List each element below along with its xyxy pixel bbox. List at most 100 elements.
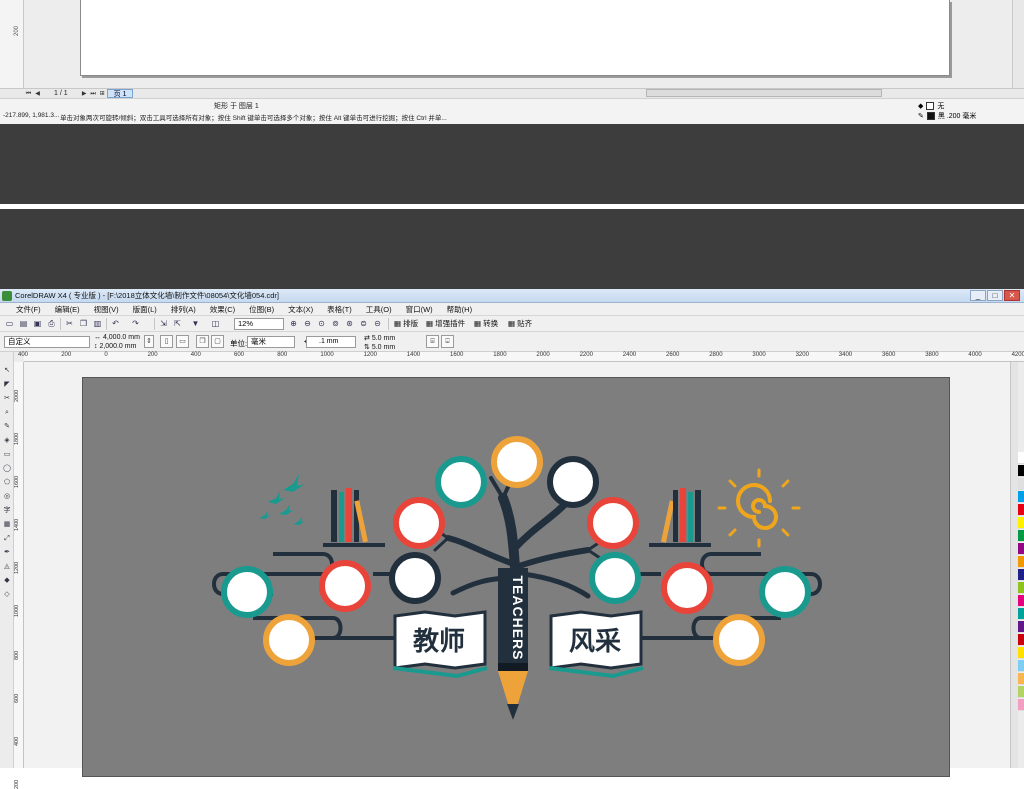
dimension-tool-icon[interactable]: ⤢ [2, 534, 12, 544]
zoom-in-icon[interactable]: ⊕ [288, 319, 299, 329]
menu-text[interactable]: 文本(X) [281, 304, 320, 315]
zoom-page-icon[interactable]: ⊛ [344, 319, 355, 329]
welcome-icon[interactable]: ◫ [210, 319, 221, 329]
duplicate-y-field[interactable]: ⇅ 5.0 mm [364, 343, 395, 351]
print-icon[interactable]: ⎙ [46, 319, 57, 329]
open-icon[interactable]: ▤ [18, 319, 29, 329]
fill-indicator[interactable]: ◆ 无 [918, 101, 944, 111]
fill-tool-icon[interactable]: ◆ [2, 576, 12, 586]
palette-swatch[interactable] [1018, 543, 1024, 555]
palette-swatch[interactable] [1018, 582, 1024, 594]
palette-swatch[interactable] [1018, 608, 1024, 620]
basic-shapes-icon[interactable]: ◎ [2, 492, 12, 502]
palette-swatch[interactable] [1018, 634, 1024, 646]
first-page-button[interactable]: ⏮ [24, 90, 33, 98]
add-page-button[interactable]: ⊞ [98, 90, 107, 98]
crop-tool-icon[interactable]: ✂ [2, 394, 12, 404]
menu-file[interactable]: 文件(F) [0, 304, 48, 315]
freehand-tool-icon[interactable]: ✎ [2, 422, 12, 432]
page-height-field[interactable]: ↕ 2,000.0 mm [94, 343, 136, 350]
horizontal-scrollbar[interactable] [646, 89, 882, 97]
palette-swatch[interactable] [1018, 569, 1024, 581]
pick-tool-icon[interactable]: ↖ [2, 366, 12, 376]
outline-tool-icon[interactable]: ◬ [2, 562, 12, 572]
palette-swatch[interactable] [1018, 556, 1024, 568]
polygon-tool-icon[interactable]: ⬠ [2, 478, 12, 488]
interactive-fill-icon[interactable]: ◇ [2, 590, 12, 600]
spinner-icon[interactable]: ⇕ [144, 335, 154, 348]
palette-swatch[interactable] [1018, 673, 1024, 685]
paste-icon[interactable]: ▥ [92, 319, 103, 329]
outline-indicator[interactable]: ✎ 黑 .200 毫米 [918, 111, 976, 121]
new-icon[interactable]: ▭ [4, 319, 15, 329]
palette-swatch[interactable] [1018, 530, 1024, 542]
menu-edit[interactable]: 编辑(E) [48, 304, 87, 315]
unit-select[interactable]: 毫米 [247, 336, 295, 348]
plugin-snap[interactable]: ▦ 贴齐 [508, 318, 532, 330]
menu-view[interactable]: 视图(V) [87, 304, 126, 315]
palette-swatch[interactable] [1018, 491, 1024, 503]
vertical-scrollbar[interactable] [1012, 0, 1024, 88]
palette-swatch[interactable] [1018, 504, 1024, 516]
last-page-button[interactable]: ⏭ [89, 90, 98, 98]
menu-window[interactable]: 窗口(W) [399, 304, 440, 315]
application-launcher-icon[interactable]: ▼ [190, 319, 201, 329]
all-pages-icon[interactable]: ❐ [196, 335, 209, 348]
minimize-button[interactable]: _ [970, 290, 986, 301]
table-tool-icon[interactable]: ▦ [2, 520, 12, 530]
menu-help[interactable]: 帮助(H) [440, 304, 479, 315]
vertical-scrollbar[interactable] [1010, 362, 1018, 768]
palette-swatch[interactable] [1018, 621, 1024, 633]
palette-swatch[interactable] [1018, 478, 1024, 490]
text-tool-icon[interactable]: 字 [2, 506, 12, 516]
menu-tools[interactable]: 工具(O) [359, 304, 399, 315]
palette-swatch[interactable] [1018, 595, 1024, 607]
palette-swatch[interactable] [1018, 660, 1024, 672]
plugin-enhance[interactable]: ▦ 增强插件 [426, 318, 465, 330]
treat-as-filled-icon[interactable]: ⌹ [441, 335, 454, 348]
ellipse-tool-icon[interactable]: ◯ [2, 464, 12, 474]
zoom-height-icon[interactable]: ⊝ [372, 319, 383, 329]
palette-swatch[interactable] [1018, 517, 1024, 529]
next-page-button[interactable]: ▶ [80, 90, 89, 98]
menu-arrange[interactable]: 排列(A) [164, 304, 203, 315]
shape-tool-icon[interactable]: ◤ [2, 380, 12, 390]
palette-swatch[interactable] [1018, 465, 1024, 477]
palette-swatch[interactable] [1018, 686, 1024, 698]
close-button[interactable]: ✕ [1004, 290, 1020, 301]
menu-table[interactable]: 表格(T) [320, 304, 359, 315]
palette-swatch[interactable] [1018, 647, 1024, 659]
save-icon[interactable]: ▣ [32, 319, 43, 329]
palette-swatch[interactable] [1018, 452, 1024, 464]
import-icon[interactable]: ⇲ [158, 319, 169, 329]
zoom-select[interactable]: 12% [234, 318, 284, 330]
plugin-layout[interactable]: ▦ 排版 [394, 318, 418, 330]
redo-icon[interactable]: ↷ [130, 319, 141, 329]
landscape-icon[interactable]: ▭ [176, 335, 189, 348]
portrait-icon[interactable]: ▯ [160, 335, 173, 348]
paper-preset-select[interactable]: 自定义 [4, 336, 90, 348]
units-icon[interactable]: ⌸ [426, 335, 439, 348]
cut-icon[interactable]: ✂ [64, 319, 75, 329]
menu-bitmaps[interactable]: 位图(B) [242, 304, 281, 315]
duplicate-x-field[interactable]: ⇄ 5.0 mm [364, 334, 395, 342]
page-width-field[interactable]: ↔ 4,000.0 mm [94, 334, 140, 341]
palette-swatch[interactable] [1018, 699, 1024, 711]
menu-layout[interactable]: 版面(L) [126, 304, 164, 315]
maximize-button[interactable]: □ [987, 290, 1003, 301]
nudge-offset-field[interactable]: .1 mm [306, 336, 356, 348]
undo-icon[interactable]: ↶ [110, 319, 121, 329]
drawing-canvas[interactable]: TEACHERS 教师 风采 [24, 362, 1010, 777]
zoom-width-icon[interactable]: ⊜ [358, 319, 369, 329]
export-icon[interactable]: ⇱ [172, 319, 183, 329]
menu-effects[interactable]: 效果(C) [203, 304, 242, 315]
page-tab[interactable]: 页 1 [106, 89, 134, 98]
eyedropper-icon[interactable]: ✒ [2, 548, 12, 558]
copy-icon[interactable]: ❐ [78, 319, 89, 329]
zoom-selected-icon[interactable]: ⊙ [316, 319, 327, 329]
current-page-icon[interactable]: ▢ [211, 335, 224, 348]
prev-page-button[interactable]: ◀ [33, 90, 42, 98]
rectangle-tool-icon[interactable]: ▭ [2, 450, 12, 460]
zoom-out-icon[interactable]: ⊖ [302, 319, 313, 329]
smart-fill-icon[interactable]: ◈ [2, 436, 12, 446]
